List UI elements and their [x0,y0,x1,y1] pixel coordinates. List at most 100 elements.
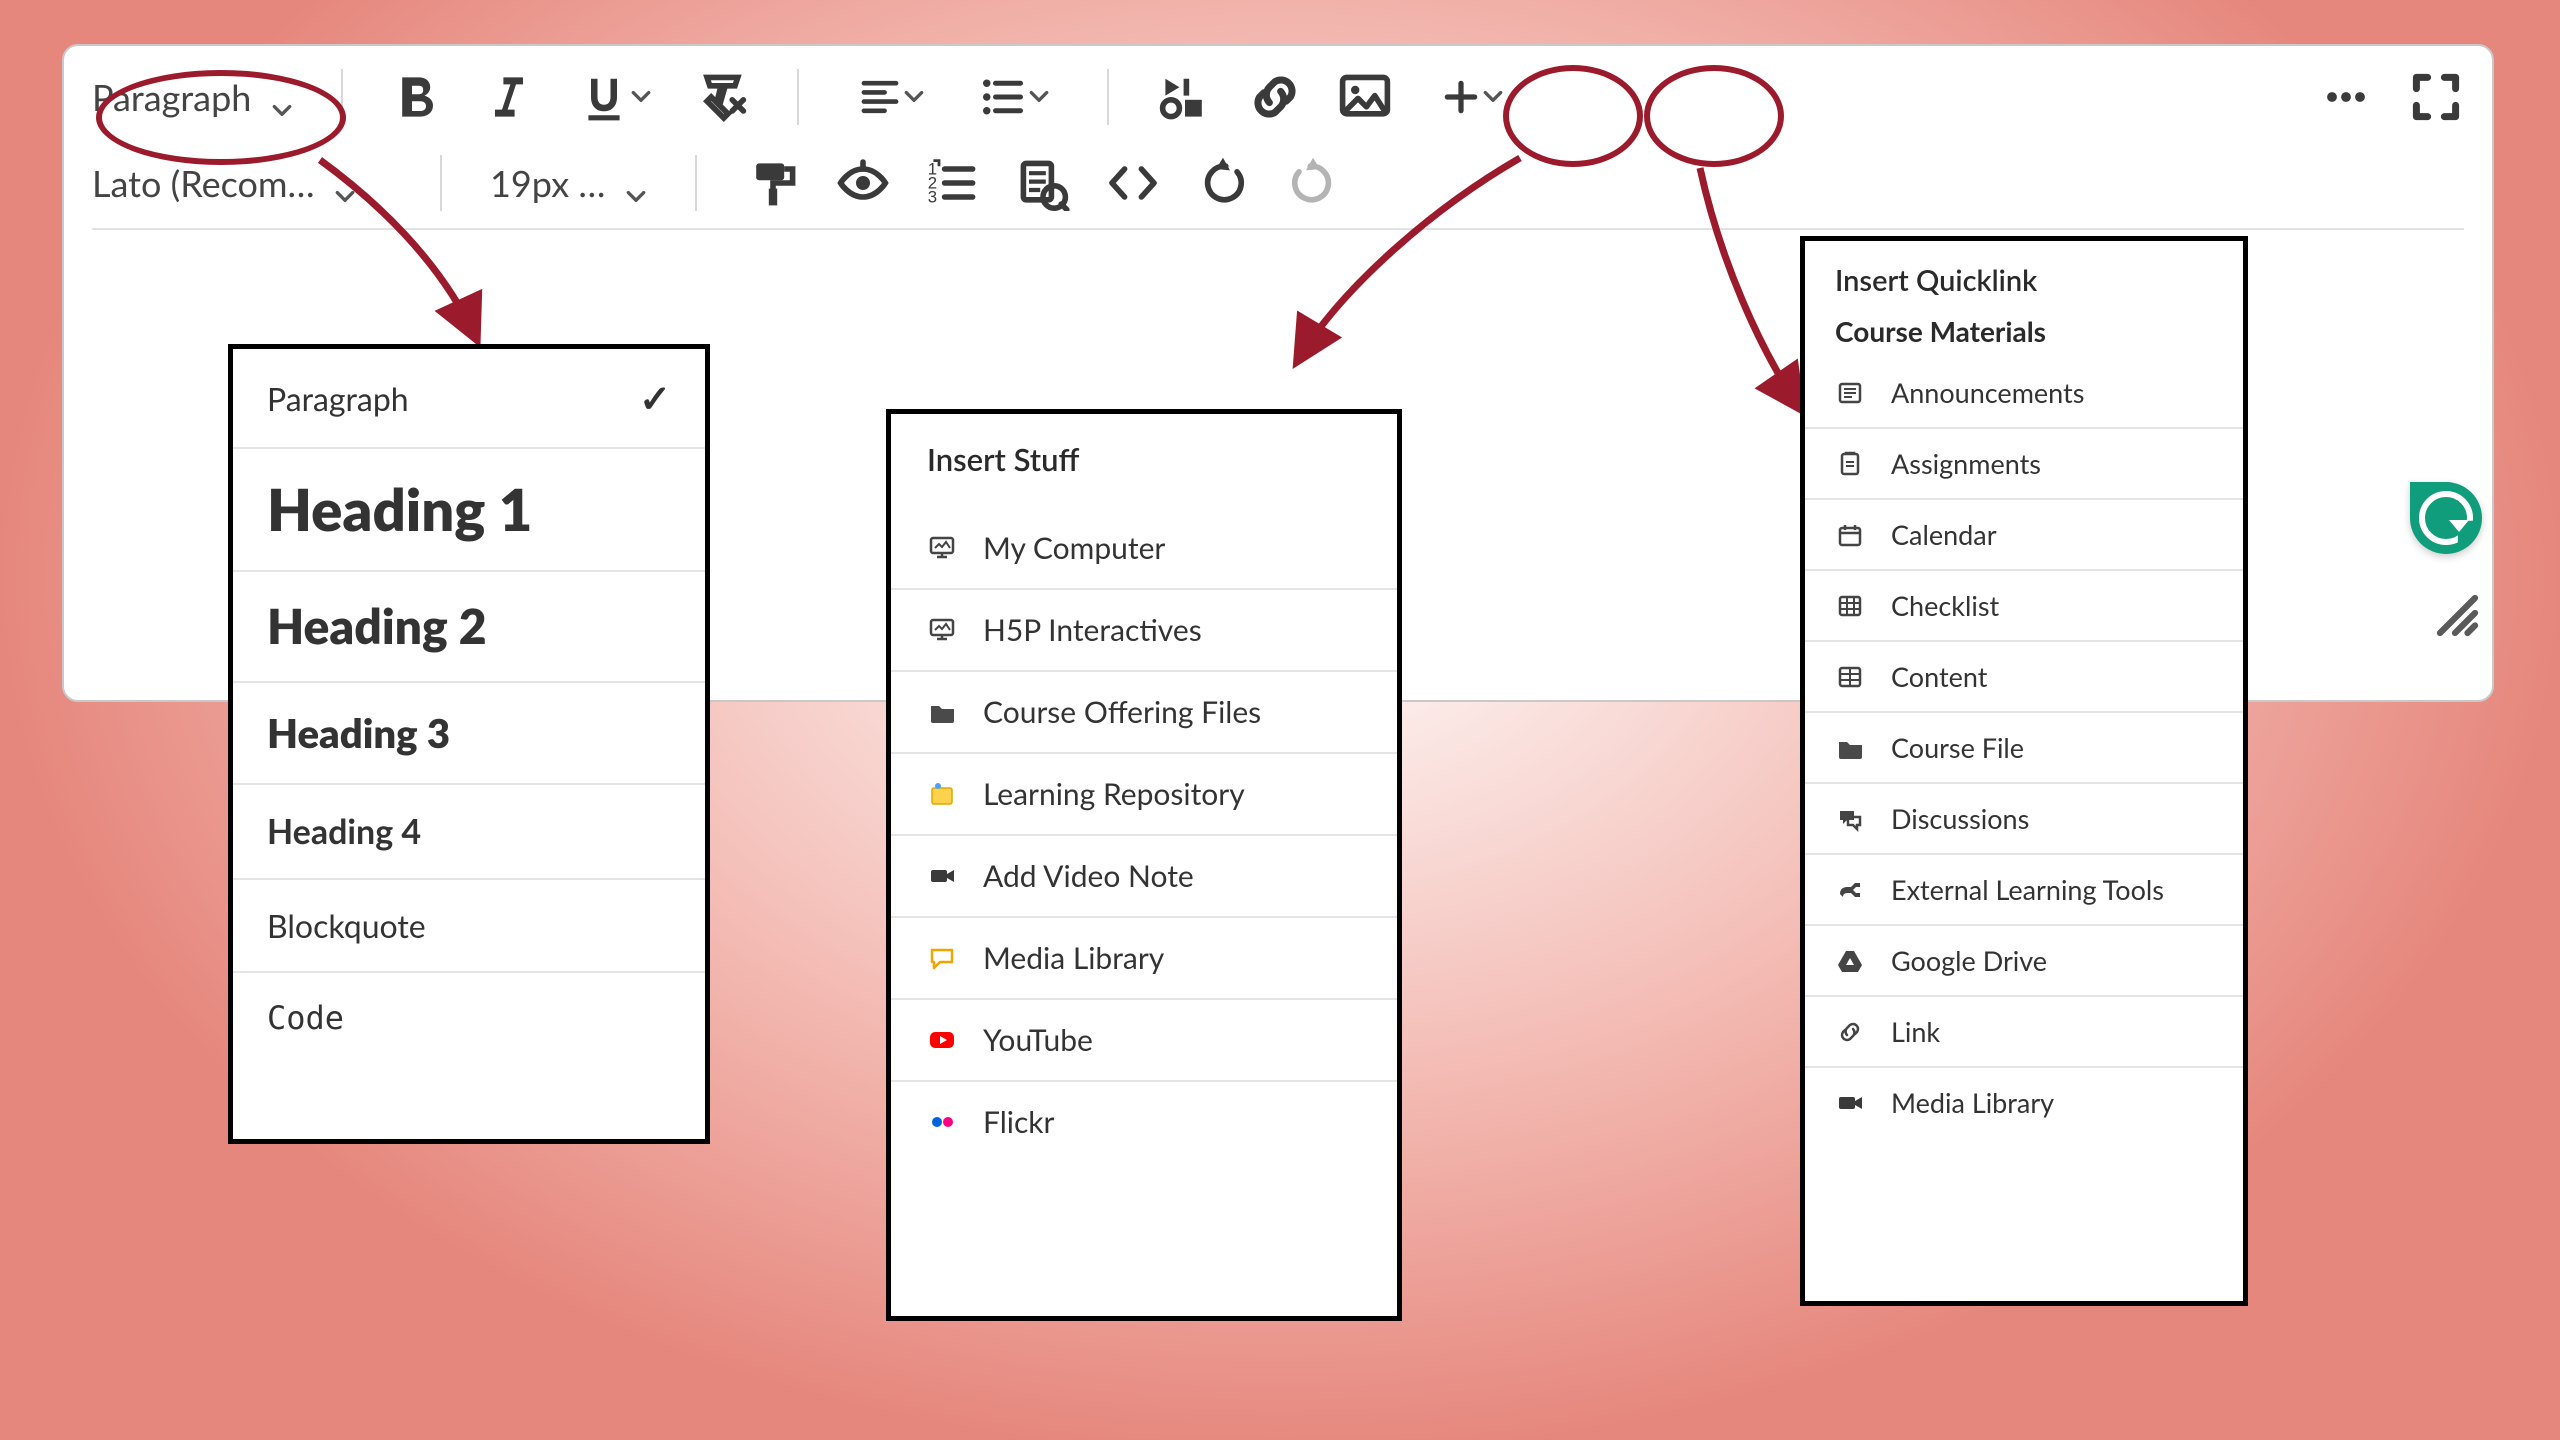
menu-item-label: YouTube [983,1022,1093,1058]
monitor-icon [927,615,957,645]
quicklink-item[interactable]: Course File [1805,711,2243,782]
source-code-button[interactable] [1105,155,1161,211]
monitor-icon [927,533,957,563]
format-option-label: Code [267,999,344,1037]
quicklink-item[interactable]: Google Drive [1805,924,2243,995]
font-family-select[interactable]: Lato (Recom… [92,161,392,205]
insert-stuff-panel: Insert Stuff My Computer H5P Interactives… [886,409,1402,1321]
block-format-value: Paragraph [92,75,251,119]
italic-button[interactable] [481,69,537,125]
fullscreen-button[interactable] [2408,69,2464,125]
insert-more-button[interactable] [1427,69,1517,125]
list-button[interactable] [969,69,1059,125]
quicklink-item[interactable]: Content [1805,640,2243,711]
equation-button[interactable] [1015,155,1071,211]
chevron-down-icon [334,172,356,194]
toolbar-row-2: Lato (Recom… 19px … [64,140,2492,226]
format-option-label: Blockquote [267,906,426,945]
align-button[interactable] [847,69,935,125]
quicklink-item[interactable]: Assignments [1805,427,2243,498]
camera-icon [1835,1088,1865,1118]
quicklink-item[interactable]: Link [1805,995,2243,1066]
format-option-label: Paragraph [267,379,409,418]
insert-stuff-item[interactable]: H5P Interactives [891,588,1397,670]
insert-stuff-item[interactable]: Flickr [891,1080,1397,1162]
block-format-select[interactable]: Paragraph [92,75,293,119]
lor-icon [927,779,957,809]
gdrive-icon [1835,946,1865,976]
insert-quicklink-panel: Insert Quicklink Course Materials Announ… [1800,236,2248,1306]
insert-quicklink-button[interactable] [1247,69,1303,125]
menu-item-label: Assignments [1891,447,2041,480]
underline-button[interactable] [571,69,659,125]
accessibility-checker-button[interactable] [835,155,891,211]
insert-stuff-item[interactable]: My Computer [891,508,1397,588]
insert-stuff-item[interactable]: Media Library [891,916,1397,998]
bold-button[interactable] [391,69,447,125]
cal-icon [1835,520,1865,550]
format-option-h1[interactable]: Heading 1 [233,447,705,570]
insert-stuff-item[interactable]: Learning Repository [891,752,1397,834]
insert-image-button[interactable] [1337,69,1393,125]
quicklink-section: Course Materials [1805,302,2243,358]
folder-icon [1835,733,1865,763]
quicklink-item[interactable]: Checklist [1805,569,2243,640]
chevron-down-icon [271,86,293,108]
menu-item-label: Announcements [1891,376,2084,409]
quicklink-item[interactable]: External Learning Tools [1805,853,2243,924]
menu-item-label: H5P Interactives [983,612,1202,648]
format-option-h3[interactable]: Heading 3 [233,681,705,783]
news-icon [1835,378,1865,408]
menu-item-label: Link [1891,1015,1940,1048]
insert-stuff-item[interactable]: Course Offering Files [891,670,1397,752]
assign-icon [1835,449,1865,479]
font-size-value: 19px … [490,161,605,205]
menu-item-label: Learning Repository [983,776,1245,812]
plug-icon [1835,875,1865,905]
menu-item-label: External Learning Tools [1891,873,2164,906]
clear-format-button[interactable] [693,69,749,125]
menu-item-label: Add Video Note [983,858,1194,894]
menu-item-label: Course File [1891,731,2024,764]
toolbar-separator [92,228,2464,230]
speech-icon [927,943,957,973]
word-count-button[interactable] [925,155,981,211]
grammarly-icon[interactable] [2410,482,2482,554]
resize-grip-icon[interactable] [2430,588,2480,638]
quicklink-item[interactable]: Media Library [1805,1066,2243,1137]
format-option-h2[interactable]: Heading 2 [233,570,705,681]
divider [440,155,442,211]
menu-item-label: Media Library [983,940,1164,976]
toolbar-row-1: Paragraph [64,54,2492,140]
insert-stuff-item[interactable]: Add Video Note [891,834,1397,916]
quicklink-item[interactable]: Calendar [1805,498,2243,569]
redo-button[interactable] [1285,155,1341,211]
menu-item-label: Course Offering Files [983,694,1261,730]
format-option-label: Heading 2 [267,598,487,655]
divider [695,155,697,211]
divider [341,69,343,125]
quicklink-item[interactable]: Announcements [1805,358,2243,427]
chevron-down-icon [1482,86,1504,108]
format-option-bq[interactable]: Blockquote [233,878,705,971]
format-painter-button[interactable] [745,155,801,211]
content-icon [1835,662,1865,692]
font-size-select[interactable]: 19px … [490,161,647,205]
insert-stuff-item[interactable]: YouTube [891,998,1397,1080]
format-option-p[interactable]: Paragraph✓ [233,349,705,447]
menu-item-label: Media Library [1891,1086,2054,1119]
format-option-label: Heading 3 [267,709,450,757]
quicklink-title: Insert Quicklink [1805,241,2243,302]
more-actions-button[interactable] [2318,69,2374,125]
check-icon [1835,591,1865,621]
format-option-h4[interactable]: Heading 4 [233,783,705,878]
font-family-value: Lato (Recom… [92,161,314,205]
format-option-label: Heading 1 [267,475,532,544]
quicklink-item[interactable]: Discussions [1805,782,2243,853]
format-option-code[interactable]: Code [233,971,705,1063]
undo-button[interactable] [1195,155,1251,211]
menu-item-label: Checklist [1891,589,1999,622]
insert-stuff-button[interactable] [1157,69,1213,125]
camera-icon [927,861,957,891]
insert-stuff-title: Insert Stuff [891,414,1397,508]
